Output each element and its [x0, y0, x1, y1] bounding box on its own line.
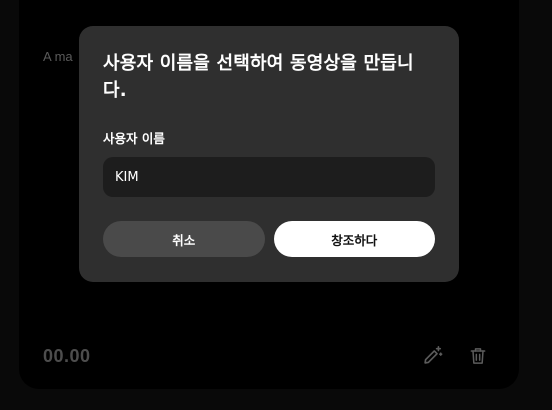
create-button[interactable]: 창조하다 [273, 221, 435, 257]
trash-icon [470, 348, 486, 364]
video-duration: 00.00 [43, 346, 91, 366]
edit-button[interactable] [419, 343, 445, 369]
page: A ma 00.00 사용자 이름을 선택하여 동영상을 만듭니다. 사용자 이… [0, 0, 552, 410]
magic-pencil-icon [424, 346, 443, 364]
cancel-button[interactable]: 취소 [103, 221, 265, 257]
video-card-caption: A ma [43, 49, 73, 64]
username-label: 사용자 이름 [103, 131, 165, 146]
create-video-dialog: 사용자 이름을 선택하여 동영상을 만듭니다. 사용자 이름 취소 창조하다 [79, 26, 459, 282]
delete-button[interactable] [465, 343, 491, 369]
dialog-actions: 취소 창조하다 [103, 221, 435, 257]
dialog-title: 사용자 이름을 선택하여 동영상을 만듭니다. [103, 53, 414, 101]
username-input[interactable] [103, 157, 435, 197]
